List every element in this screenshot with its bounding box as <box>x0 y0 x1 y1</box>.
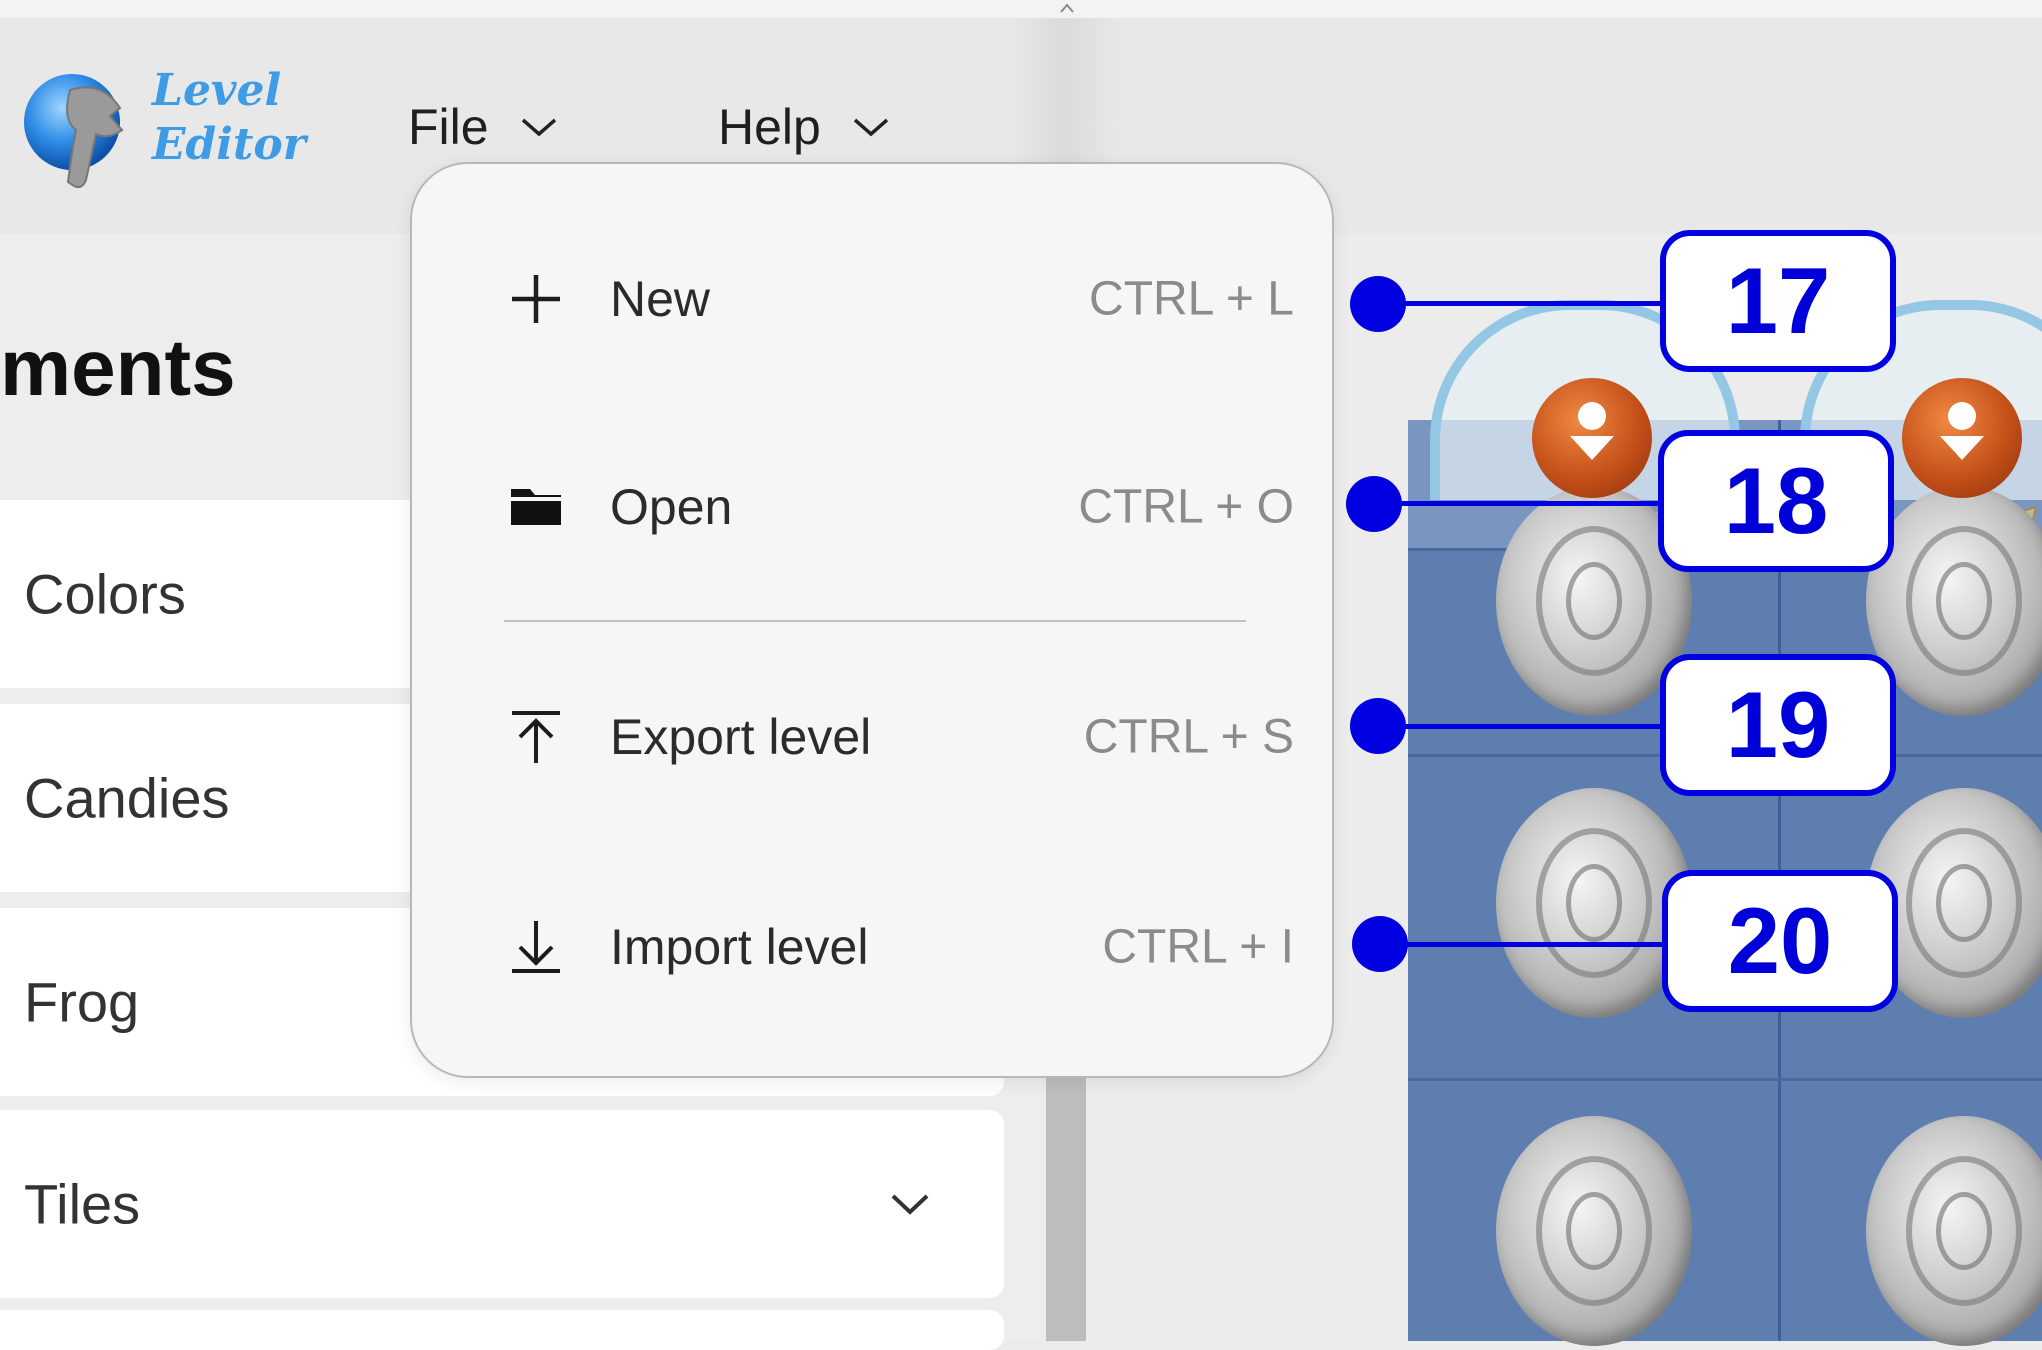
import-icon <box>512 921 560 973</box>
help-menu-label: Help <box>718 99 821 155</box>
logo-line2: Editor <box>152 119 306 170</box>
callout-line <box>1378 301 1668 306</box>
candy-tile[interactable] <box>1496 1116 1692 1346</box>
candy-portal-icon <box>1902 378 2022 498</box>
menu-item-shortcut: CTRL + I <box>1102 920 1294 974</box>
plus-icon <box>512 275 560 323</box>
menu-divider <box>504 620 1246 622</box>
sidebar-item-label: Colors <box>24 562 186 626</box>
logo-line1: Level <box>152 65 282 116</box>
callout-dot <box>1346 476 1402 532</box>
help-menu-button[interactable]: Help <box>718 92 891 162</box>
callout-17: 17 <box>1660 230 1896 372</box>
menu-item-import-level[interactable]: Import level CTRL + I <box>412 892 1332 1002</box>
menu-item-open[interactable]: Open CTRL + O <box>412 452 1332 562</box>
chevron-down-icon <box>891 1194 929 1215</box>
grid-line <box>1408 1078 2042 1081</box>
callout-dot <box>1352 916 1408 972</box>
menu-item-shortcut: CTRL + O <box>1078 480 1294 534</box>
menu-item-shortcut: CTRL + L <box>1089 272 1294 326</box>
menu-item-export-level[interactable]: Export level CTRL + S <box>412 682 1332 792</box>
menu-item-shortcut: CTRL + S <box>1083 710 1294 764</box>
sidebar-item-partial <box>0 1310 1004 1350</box>
callout-line <box>1380 942 1670 947</box>
top-strip <box>0 0 2042 18</box>
callout-19: 19 <box>1660 654 1896 796</box>
candy-portal-icon <box>1532 378 1652 498</box>
file-menu-label: File <box>408 99 489 155</box>
chevron-down-icon <box>521 118 556 137</box>
menu-item-label: Open <box>610 479 733 535</box>
sidebar-item-label: Candies <box>24 766 230 830</box>
menu-item-label: Import level <box>610 919 869 975</box>
callout-20: 20 <box>1662 870 1898 1012</box>
sidebar-item-tiles[interactable]: Tiles <box>0 1110 1004 1298</box>
sidebar-scrollbar-thumb[interactable] <box>1046 1056 1086 1341</box>
sidebar-title: ments <box>0 323 236 412</box>
sidebar-item-label: Frog <box>24 970 140 1034</box>
menu-item-label: New <box>610 271 711 327</box>
export-icon <box>512 711 560 763</box>
file-menu-button[interactable]: File <box>408 92 559 162</box>
chevron-down-icon <box>853 118 888 137</box>
callout-dot <box>1350 276 1406 332</box>
folder-icon <box>511 489 561 525</box>
menu-item-label: Export level <box>610 709 872 765</box>
callout-dot <box>1350 698 1406 754</box>
sidebar-item-label: Tiles <box>24 1172 141 1236</box>
callout-18: 18 <box>1658 430 1894 572</box>
callout-line <box>1372 501 1664 506</box>
logo-text: Level Editor <box>152 64 306 172</box>
caret-up-icon <box>1060 3 1074 13</box>
file-dropdown-menu: New CTRL + L Open CTRL + O Export level … <box>410 162 1334 1078</box>
menu-item-new[interactable]: New CTRL + L <box>412 244 1332 354</box>
callout-line <box>1378 724 1668 729</box>
